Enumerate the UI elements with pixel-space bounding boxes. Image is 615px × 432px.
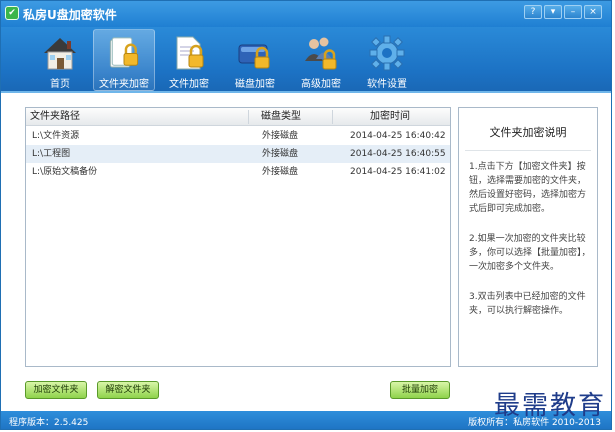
house-icon [44, 38, 76, 70]
decrypt-folder-button[interactable]: 解密文件夹 [97, 381, 159, 399]
file-lock-icon [176, 36, 204, 70]
help-step-2: 2.如果一次加密的文件夹比较多，你可以选择【批量加密】，一次加密多个文件夹。 [469, 234, 591, 272]
gear-icon [369, 35, 405, 71]
version-text: 程序版本：2.5.425 [9, 418, 89, 428]
row-disk-type: 外接磁盘 [262, 167, 299, 177]
app-window: ✔ 私房U盘加密软件 ? ▾ – × 首页 文件夹加密 文件加密 磁盘加密 高级… [0, 0, 612, 430]
minimize-button[interactable]: – [564, 5, 582, 19]
menu-button[interactable]: ▾ [544, 5, 562, 19]
toolbar-folder-encrypt[interactable]: 文件夹加密 [93, 29, 155, 91]
help-step-1: 1.点击下方【加密文件夹】按钮，选择需要加密的文件夹，然后设置好密码，选择加密方… [469, 162, 587, 214]
help-panel-divider [465, 150, 591, 151]
column-header-path[interactable]: 文件夹路径 [30, 108, 80, 126]
toolbar-home-label: 首页 [50, 79, 70, 90]
table-row[interactable]: L:\原始文稿备份 外接磁盘 2014-04-25 16:41:02 [26, 163, 450, 181]
batch-encrypt-button[interactable]: 批量加密 [390, 381, 450, 399]
help-button[interactable]: ? [524, 5, 542, 19]
users-lock-icon [305, 37, 337, 70]
row-path: L:\文件资源 [32, 131, 80, 141]
toolbar-home[interactable]: 首页 [29, 29, 91, 91]
toolbar-settings-label: 软件设置 [367, 79, 407, 90]
row-disk-type: 外接磁盘 [262, 131, 299, 141]
toolbar-file-encrypt-label: 文件加密 [169, 79, 209, 90]
column-divider[interactable] [332, 110, 333, 124]
toolbar-folder-encrypt-label: 文件夹加密 [99, 79, 149, 90]
watermark-text: 最需教育 [494, 391, 607, 421]
encrypt-folder-button[interactable]: 加密文件夹 [25, 381, 87, 399]
table-header: 文件夹路径 磁盘类型 加密时间 [26, 108, 450, 126]
encrypted-folder-list[interactable]: 文件夹路径 磁盘类型 加密时间 L:\文件资源 外接磁盘 2014-04-25 … [25, 107, 451, 367]
main-toolbar: 首页 文件夹加密 文件加密 磁盘加密 高级加密 软件设置 [1, 27, 611, 93]
toolbar-settings[interactable]: 软件设置 [356, 29, 418, 91]
title-bar[interactable]: ✔ 私房U盘加密软件 ? ▾ – × [1, 1, 611, 27]
row-disk-type: 外接磁盘 [262, 149, 299, 159]
row-path: L:\原始文稿备份 [32, 167, 98, 177]
row-time: 2014-04-25 16:40:55 [350, 149, 446, 159]
close-button[interactable]: × [584, 5, 602, 19]
help-panel-title: 文件夹加密说明 [489, 126, 567, 139]
main-content: 文件夹路径 磁盘类型 加密时间 L:\文件资源 外接磁盘 2014-04-25 … [1, 95, 611, 409]
app-logo-icon: ✔ [5, 6, 19, 20]
toolbar-disk-encrypt[interactable]: 磁盘加密 [224, 29, 286, 91]
row-time: 2014-04-25 16:41:02 [350, 167, 446, 177]
folder-lock-icon [109, 37, 139, 68]
toolbar-advanced-encrypt[interactable]: 高级加密 [290, 29, 352, 91]
toolbar-file-encrypt[interactable]: 文件加密 [158, 29, 220, 91]
table-row[interactable]: L:\工程图 外接磁盘 2014-04-25 16:40:55 [26, 145, 450, 163]
help-step-3: 3.双击列表中已经加密的文件夹，可以执行解密操作。 [469, 292, 586, 316]
column-header-disk-type[interactable]: 磁盘类型 [261, 108, 301, 126]
window-title: 私房U盘加密软件 [23, 8, 117, 22]
row-path: L:\工程图 [32, 149, 71, 159]
toolbar-advanced-encrypt-label: 高级加密 [301, 79, 341, 90]
help-panel: 文件夹加密说明 1.点击下方【加密文件夹】按钮，选择需要加密的文件夹，然后设置好… [458, 107, 598, 367]
toolbar-disk-encrypt-label: 磁盘加密 [235, 79, 275, 90]
row-time: 2014-04-25 16:40:42 [350, 131, 446, 141]
disk-lock-icon [238, 44, 270, 69]
column-divider[interactable] [248, 110, 249, 124]
column-header-time[interactable]: 加密时间 [370, 108, 410, 126]
table-row[interactable]: L:\文件资源 外接磁盘 2014-04-25 16:40:42 [26, 127, 450, 145]
